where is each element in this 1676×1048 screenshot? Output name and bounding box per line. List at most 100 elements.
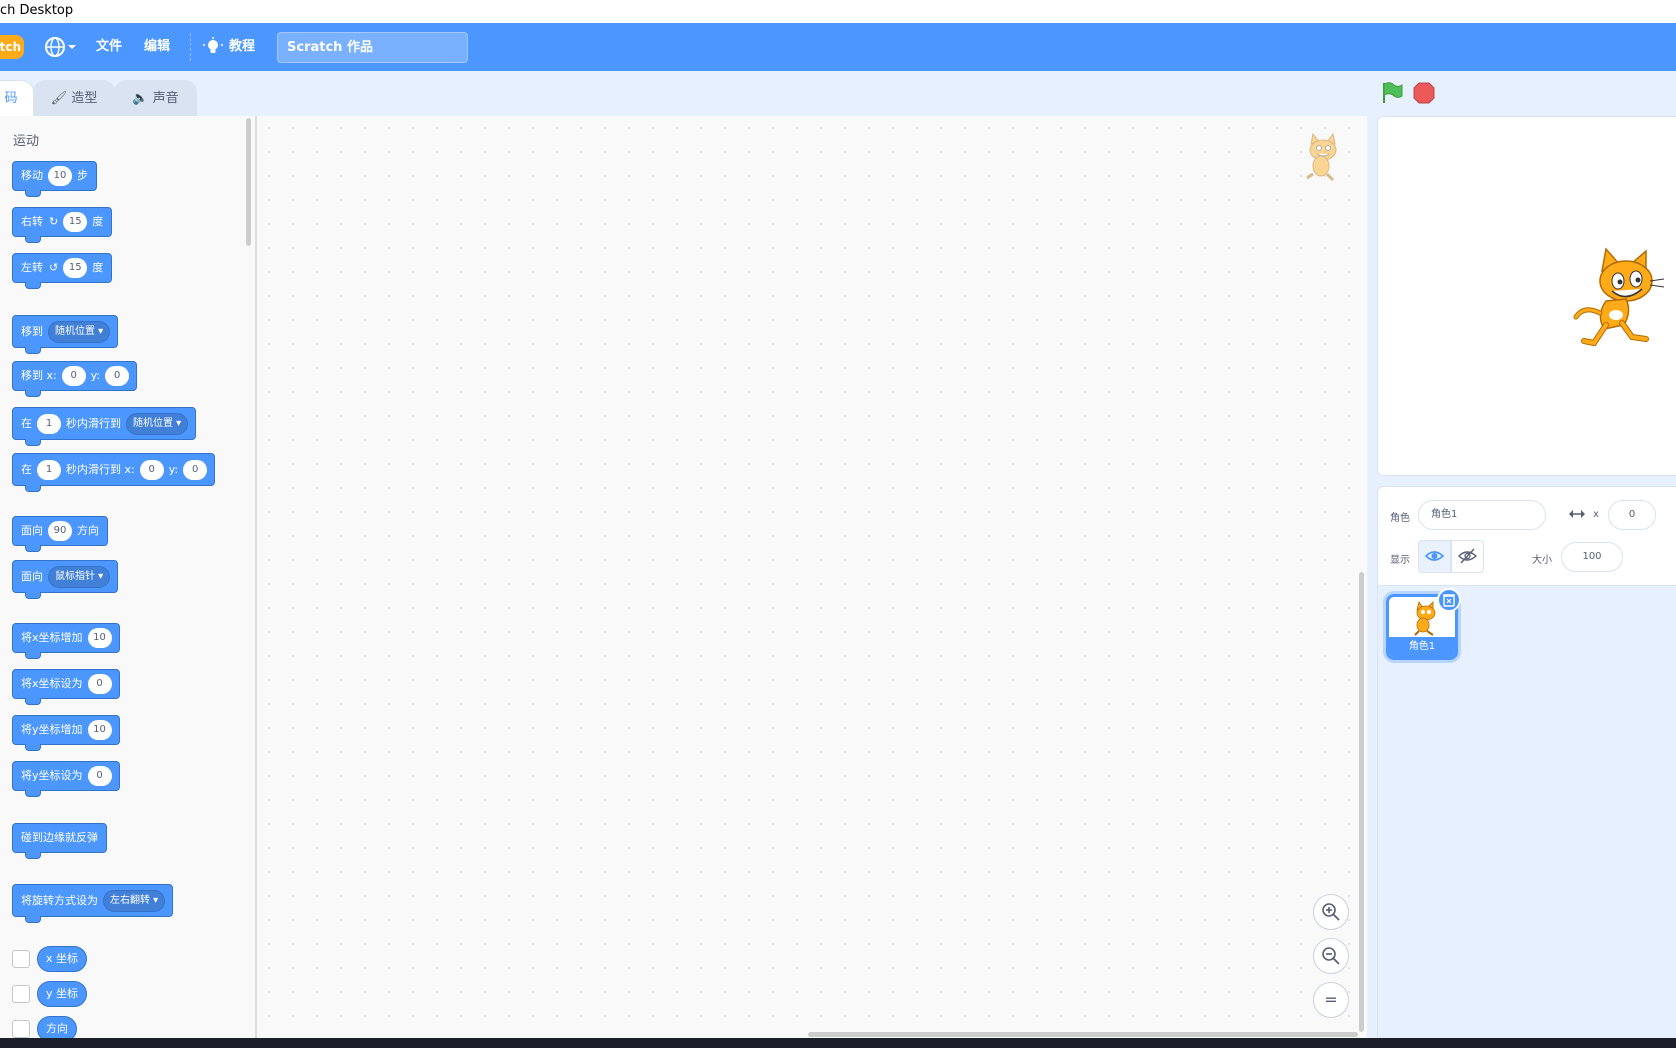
block-text: 秒内滑行到 x:: [66, 462, 135, 476]
block-text: 度: [92, 261, 104, 274]
x-input[interactable]: 0: [1608, 500, 1656, 530]
block-input[interactable]: 15: [63, 212, 88, 232]
brush-icon: 🖌: [50, 91, 68, 106]
block-goto-xy[interactable]: 移到 x: 0 y: 0: [12, 361, 138, 397]
zoom-reset-button[interactable]: =: [1313, 982, 1349, 1018]
block-input[interactable]: 0: [105, 366, 130, 386]
reporter-direction[interactable]: 方向: [37, 1016, 77, 1038]
block-text: 方向: [77, 524, 99, 537]
stage-controls: [1367, 71, 1676, 116]
block-text: 在: [21, 462, 32, 476]
block-glide-xy[interactable]: 在 1 秒内滑行到 x: 0 y: 0: [12, 453, 216, 492]
block-palette: 运动 移动 10 步 右转 ↻ 15 度 左转 ↺ 15 度 移到 随机位置 移…: [0, 116, 256, 1038]
trash-icon: [1443, 594, 1455, 607]
block-set-y[interactable]: 将y坐标设为 0: [12, 761, 120, 797]
block-dropdown[interactable]: 鼠标指针: [48, 565, 111, 588]
tab-costumes[interactable]: 🖌 造型: [33, 80, 115, 116]
block-bounce[interactable]: 碰到边缘就反弹: [12, 823, 107, 859]
rotate-right-icon: ↻: [49, 215, 59, 228]
stage[interactable]: [1377, 116, 1676, 476]
block-text: 步: [77, 169, 88, 182]
tutorials-label: 教程: [229, 39, 256, 54]
os-taskbar: [0, 1038, 1676, 1048]
block-input[interactable]: 0: [61, 366, 86, 386]
zoom-out-icon: [1322, 947, 1340, 965]
tab-code-label: 码: [4, 91, 18, 106]
block-text: 右转: [21, 215, 43, 228]
x-position-checkbox[interactable]: [12, 950, 30, 968]
language-menu[interactable]: [44, 23, 78, 71]
palette-scrollbar[interactable]: [246, 118, 251, 246]
block-rotation-style[interactable]: 将旋转方式设为 左右翻转: [12, 884, 174, 923]
block-text: 将x坐标设为: [21, 677, 83, 690]
block-input[interactable]: 15: [63, 258, 88, 278]
block-input[interactable]: 10: [87, 720, 112, 740]
block-turn-right[interactable]: 右转 ↻ 15 度: [12, 207, 113, 243]
workspace-vertical-scrollbar[interactable]: [1359, 572, 1364, 1032]
block-text: 面向: [21, 569, 43, 583]
block-text: 移动: [21, 169, 43, 182]
horizontal-arrows-icon: [1569, 510, 1585, 518]
block-point-towards[interactable]: 面向 鼠标指针: [12, 560, 119, 599]
block-glide[interactable]: 在 1 秒内滑行到 随机位置: [12, 407, 197, 446]
delete-sprite-button[interactable]: [1437, 588, 1461, 612]
block-point-direction[interactable]: 面向 90 方向: [12, 516, 108, 552]
size-input[interactable]: 100: [1561, 542, 1623, 572]
block-input[interactable]: 0: [87, 766, 112, 786]
scratch-logo[interactable]: tch: [0, 35, 24, 59]
block-input[interactable]: 10: [87, 628, 112, 648]
block-text: 面向: [21, 524, 43, 537]
block-change-y[interactable]: 将y坐标增加 10: [12, 715, 120, 751]
block-input[interactable]: 0: [183, 459, 208, 480]
tab-code[interactable]: 码: [0, 80, 34, 116]
show-sprite-button[interactable]: [1418, 540, 1451, 573]
sprite-thumbnail-label: 角色1: [1389, 637, 1455, 657]
tab-costumes-label: 造型: [71, 91, 98, 106]
block-goto[interactable]: 移到 随机位置: [12, 315, 119, 354]
cat-sprite[interactable]: [1566, 245, 1666, 349]
tutorials-button[interactable]: 教程: [203, 23, 255, 71]
reporter-y-position[interactable]: y 坐标: [37, 981, 88, 1007]
block-dropdown[interactable]: 随机位置: [48, 320, 111, 343]
zoom-in-button[interactable]: [1313, 894, 1349, 930]
sprite-name-input[interactable]: 角色1: [1418, 500, 1546, 530]
eye-icon: [1424, 551, 1445, 561]
x-label: x: [1593, 509, 1599, 520]
project-title-input[interactable]: Scratch 作品: [277, 32, 468, 63]
y-position-checkbox[interactable]: [12, 985, 30, 1003]
block-text: 左转: [21, 261, 43, 274]
lightbulb-icon: [203, 37, 223, 53]
block-text: 将旋转方式设为: [21, 893, 98, 907]
block-input[interactable]: 10: [48, 166, 72, 186]
block-input[interactable]: 1: [37, 413, 61, 434]
zoom-out-button[interactable]: [1313, 938, 1349, 974]
stop-icon[interactable]: [1412, 81, 1436, 105]
block-set-x[interactable]: 将x坐标设为 0: [12, 669, 120, 705]
size-label: 大小: [1532, 555, 1552, 566]
eye-slash-icon: [1458, 548, 1478, 564]
code-workspace[interactable]: =: [256, 116, 1367, 1038]
block-change-x[interactable]: 将x坐标增加 10: [12, 623, 120, 659]
category-title: 运动: [13, 134, 40, 149]
block-move-steps[interactable]: 移动 10 步: [12, 161, 97, 197]
edit-menu[interactable]: 编辑: [144, 23, 170, 71]
scratch-window: ch Desktop tch 文件 编辑 教程 Scratch 作品 码 🖌 造…: [0, 0, 1676, 1048]
block-dropdown[interactable]: 随机位置: [126, 412, 189, 435]
reporter-x-position[interactable]: x 坐标: [37, 946, 88, 972]
direction-checkbox[interactable]: [12, 1020, 30, 1038]
workspace-horizontal-scrollbar[interactable]: [808, 1032, 1358, 1037]
green-flag-icon[interactable]: [1380, 81, 1404, 105]
menu-bar: tch 文件 编辑 教程 Scratch 作品: [0, 23, 1676, 71]
block-input[interactable]: 0: [139, 459, 164, 480]
block-input[interactable]: 0: [87, 674, 112, 694]
speaker-icon: 🔈: [132, 91, 149, 106]
block-dropdown[interactable]: 左右翻转: [103, 889, 166, 912]
tab-sounds[interactable]: 🔈 声音: [114, 80, 197, 116]
block-input[interactable]: 90: [48, 521, 72, 541]
block-input[interactable]: 1: [37, 459, 61, 480]
hide-sprite-button[interactable]: [1451, 540, 1484, 573]
block-text: 秒内滑行到: [66, 416, 121, 430]
file-menu[interactable]: 文件: [96, 23, 122, 71]
block-turn-left[interactable]: 左转 ↺ 15 度: [12, 253, 113, 289]
block-text: 移到: [21, 324, 43, 338]
